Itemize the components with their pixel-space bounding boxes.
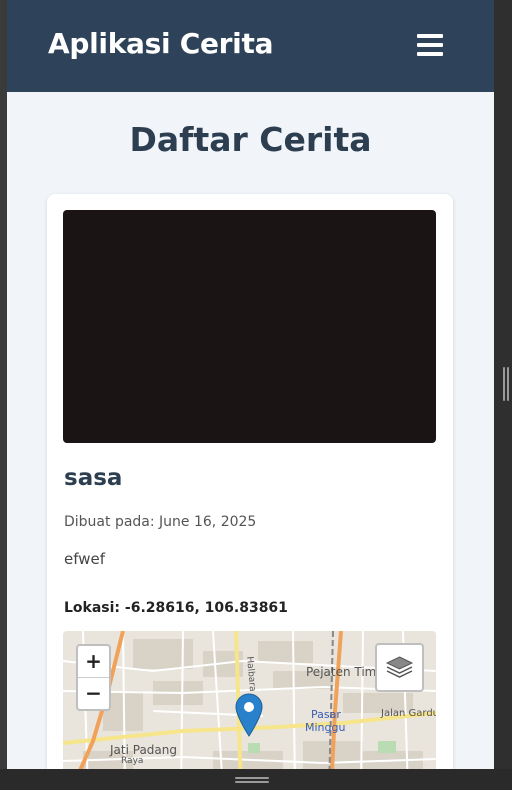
app-brand[interactable]: Aplikasi Cerita xyxy=(48,27,273,60)
story-map[interactable]: Pejaten Tim Pasar Minggu Jati Padang Jal… xyxy=(63,631,436,769)
navbar: Aplikasi Cerita xyxy=(7,0,494,92)
story-description: efwef xyxy=(64,550,106,568)
zoom-out-button[interactable]: − xyxy=(78,678,109,709)
map-pin-icon[interactable] xyxy=(235,693,263,737)
resize-handle-bottom[interactable] xyxy=(235,777,269,784)
map-label-raya: Raya xyxy=(121,756,144,766)
layers-icon xyxy=(385,656,414,678)
story-date: Dibuat pada: June 16, 2025 xyxy=(64,514,257,530)
map-label-jati: Jati Padang xyxy=(110,743,177,757)
story-image xyxy=(63,210,436,443)
map-label-pejaten: Pejaten Tim xyxy=(306,665,377,679)
zoom-in-button[interactable]: + xyxy=(78,646,109,678)
layers-button[interactable] xyxy=(375,643,424,692)
zoom-control: + − xyxy=(76,644,111,711)
map-label-minggu: Minggu xyxy=(305,721,346,734)
story-card: sasa Dibuat pada: June 16, 2025 efwef Lo… xyxy=(47,194,453,769)
map-label-jalan: Jalan Gardu xyxy=(381,708,436,719)
resize-handle-right[interactable] xyxy=(503,367,510,401)
app-viewport: Aplikasi Cerita Daftar Cerita sasa Dibua… xyxy=(7,0,494,769)
page-title: Daftar Cerita xyxy=(129,120,372,159)
hamburger-icon[interactable] xyxy=(417,32,443,58)
map-label-pasar: Pasar xyxy=(311,708,341,721)
window-frame-left xyxy=(0,0,7,790)
story-name: sasa xyxy=(64,465,123,491)
story-location: Lokasi: -6.28616, 106.83861 xyxy=(64,600,288,616)
